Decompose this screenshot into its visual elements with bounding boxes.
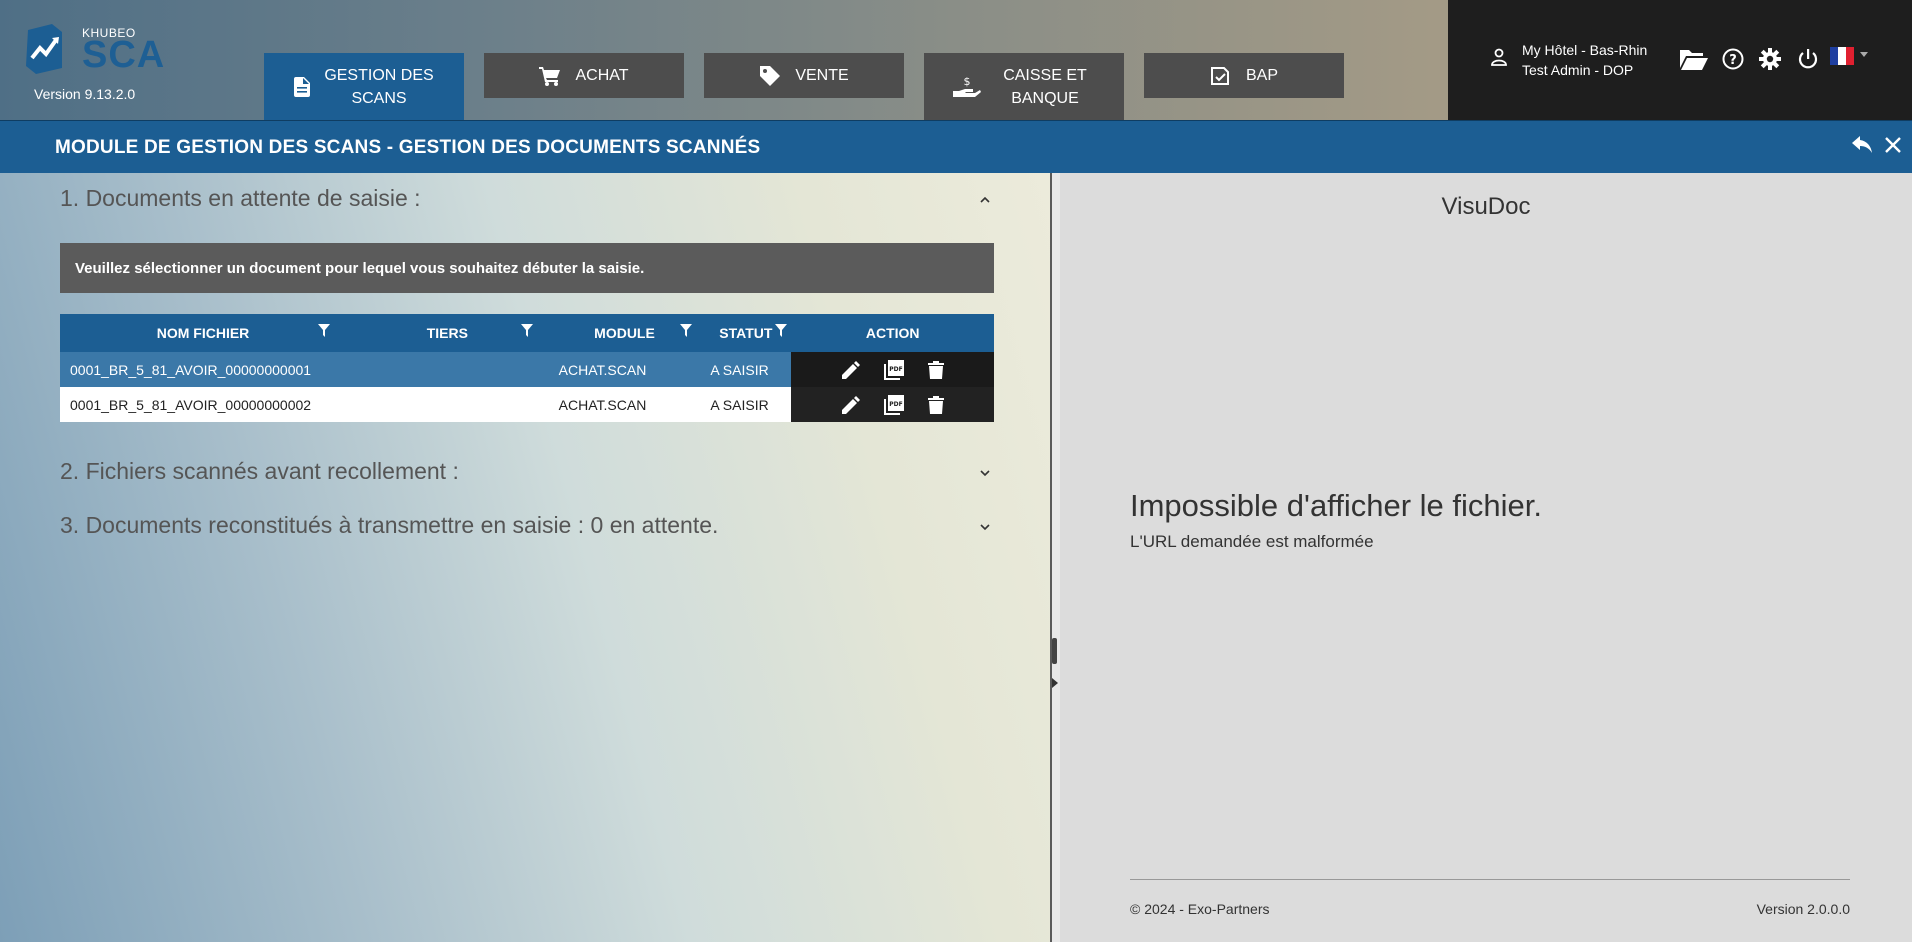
cell-tiers xyxy=(346,352,549,387)
cell-actions: PDF xyxy=(791,352,994,387)
user-hotel[interactable]: My Hôtel - Bas-Rhin xyxy=(1522,42,1647,58)
col-header-statut[interactable]: STATUT xyxy=(700,314,792,352)
folder-open-icon[interactable] xyxy=(1680,48,1708,70)
help-icon[interactable]: ? xyxy=(1722,48,1744,70)
user-name[interactable]: Test Admin - DOP xyxy=(1522,62,1633,78)
scans-panel: 1. Documents en attente de saisie : Veui… xyxy=(0,173,1050,942)
reply-back-icon[interactable] xyxy=(1852,136,1872,154)
col-header-label: MODULE xyxy=(594,325,655,341)
cell-statut: A SAISIR xyxy=(700,387,792,422)
visudoc-panel: VisuDoc Impossible d'afficher le fichier… xyxy=(1060,173,1912,942)
nav-tab-label: ACHAT xyxy=(575,66,629,84)
nav-tab-gestion-des-scans[interactable]: GESTION DES SCANS xyxy=(264,53,464,120)
error-message: L'URL demandée est malformée xyxy=(1130,532,1374,551)
nav-tab-vente[interactable]: VENTE xyxy=(704,53,904,98)
caret-right-icon[interactable] xyxy=(1052,678,1058,688)
chevron-down-icon[interactable] xyxy=(980,522,990,532)
document-icon xyxy=(294,76,310,97)
svg-text:PDF: PDF xyxy=(889,366,902,373)
trash-icon[interactable] xyxy=(927,360,944,379)
cell-nom-fichier: 0001_BR_5_81_AVOIR_00000000002 xyxy=(60,387,347,422)
pending-documents-table: NOM FICHIER TIERS MODULE STATUT ACTION 0… xyxy=(60,314,994,422)
logo-chart-icon xyxy=(26,24,62,74)
user-icon[interactable] xyxy=(1490,48,1508,66)
tag-icon xyxy=(760,65,781,86)
table-header-row: NOM FICHIER TIERS MODULE STATUT ACTION xyxy=(60,314,994,352)
footer-copyright: © 2024 - Exo-Partners xyxy=(1130,901,1270,917)
col-header-label: STATUT xyxy=(719,325,773,341)
table-row[interactable]: 0001_BR_5_81_AVOIR_00000000002 ACHAT.SCA… xyxy=(60,387,994,422)
cell-tiers xyxy=(346,387,549,422)
table-row[interactable]: 0001_BR_5_81_AVOIR_00000000001 ACHAT.SCA… xyxy=(60,352,994,387)
gear-icon[interactable] xyxy=(1759,48,1781,70)
error-title: Impossible d'afficher le fichier. xyxy=(1130,488,1542,523)
pdf-icon[interactable]: PDF xyxy=(883,359,904,380)
nav-tab-label: BAP xyxy=(1245,66,1278,84)
cell-statut: A SAISIR xyxy=(700,352,792,387)
splitter-handle[interactable] xyxy=(1052,638,1057,664)
module-title-bar: MODULE DE GESTION DES SCANS - GESTION DE… xyxy=(0,120,1912,173)
close-icon[interactable] xyxy=(1884,136,1902,154)
edit-pencil-icon[interactable] xyxy=(841,360,860,379)
filter-icon[interactable] xyxy=(318,324,331,338)
section-scanned-title[interactable]: 2. Fichiers scannés avant recollement : xyxy=(60,458,459,485)
svg-text:?: ? xyxy=(1729,53,1737,68)
col-header-action: ACTION xyxy=(791,314,994,352)
app-version: Version 9.13.2.0 xyxy=(34,86,136,102)
col-header-label: NOM FICHIER xyxy=(156,325,250,341)
flag-fr-icon[interactable] xyxy=(1830,47,1854,65)
power-icon[interactable] xyxy=(1798,48,1818,70)
cart-icon xyxy=(539,66,561,86)
nav-tab-label: CAISSE ET BANQUE xyxy=(1003,66,1087,107)
selection-notice: Veuillez sélectionner un document pour l… xyxy=(60,243,994,293)
svg-text:PDF: PDF xyxy=(889,401,902,408)
col-header-tiers[interactable]: TIERS xyxy=(346,314,549,352)
chevron-down-icon[interactable] xyxy=(980,468,990,478)
col-header-module[interactable]: MODULE xyxy=(548,314,701,352)
section-rebuilt-title[interactable]: 3. Documents reconstitués à transmettre … xyxy=(60,512,718,539)
user-panel: My Hôtel - Bas-Rhin Test Admin - DOP ? xyxy=(1448,0,1912,120)
filter-icon[interactable] xyxy=(775,324,788,338)
panel-splitter[interactable] xyxy=(1050,173,1060,942)
cell-nom-fichier: 0001_BR_5_81_AVOIR_00000000001 xyxy=(60,352,347,387)
validate-doc-icon xyxy=(1210,66,1229,85)
pdf-icon[interactable]: PDF xyxy=(883,394,904,415)
col-header-nom-fichier[interactable]: NOM FICHIER xyxy=(60,314,347,352)
nav-tab-label: GESTION DES SCANS xyxy=(324,66,434,107)
col-header-label: ACTION xyxy=(865,325,920,341)
section-pending-title[interactable]: 1. Documents en attente de saisie : xyxy=(60,185,421,212)
hand-money-icon: $ xyxy=(953,75,981,97)
filter-icon[interactable] xyxy=(680,324,693,338)
visudoc-title: VisuDoc xyxy=(1441,193,1531,220)
svg-text:$: $ xyxy=(964,75,971,88)
cell-module: ACHAT.SCAN xyxy=(548,387,701,422)
app-logo[interactable]: KHUBEO SCA xyxy=(22,20,166,80)
page-title: MODULE DE GESTION DES SCANS - GESTION DE… xyxy=(55,137,761,158)
cell-actions: PDF xyxy=(791,387,994,422)
chevron-up-icon[interactable] xyxy=(980,195,990,205)
footer-version: Version 2.0.0.0 xyxy=(1756,901,1850,917)
chevron-down-icon[interactable] xyxy=(1860,52,1868,57)
logo-product-text: SCA xyxy=(82,34,166,76)
cell-module: ACHAT.SCAN xyxy=(548,352,701,387)
nav-tab-label: VENTE xyxy=(795,66,849,84)
app-header: KHUBEO SCA Version 9.13.2.0 GESTION DES … xyxy=(0,0,1912,120)
trash-icon[interactable] xyxy=(927,395,944,414)
col-header-label: TIERS xyxy=(426,325,468,341)
filter-icon[interactable] xyxy=(520,324,533,338)
nav-tab-achat[interactable]: ACHAT xyxy=(484,53,684,98)
nav-tab-bap[interactable]: BAP xyxy=(1144,53,1344,98)
edit-pencil-icon[interactable] xyxy=(841,395,860,414)
nav-tab-caisse-et-banque[interactable]: $ CAISSE ET BANQUE xyxy=(924,53,1124,120)
footer-divider xyxy=(1130,879,1850,880)
